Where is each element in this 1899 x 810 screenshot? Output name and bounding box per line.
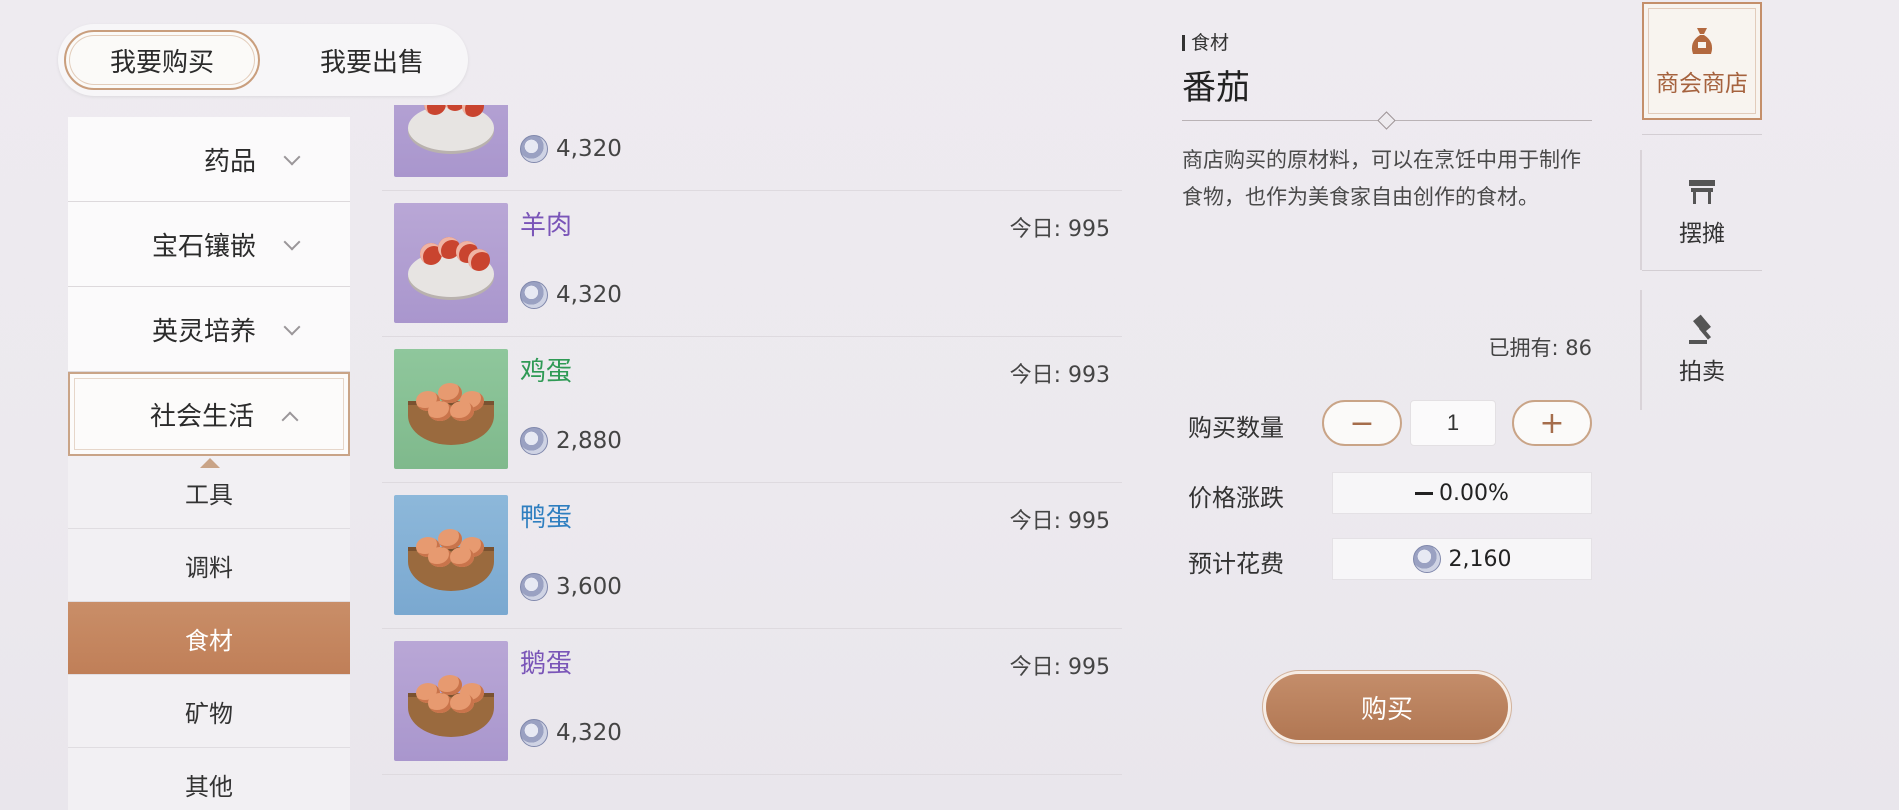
category-label: 社会生活 (149, 401, 254, 432)
stall-icon (1689, 180, 1715, 204)
category-gem-inlay[interactable]: 宝石镶嵌 (68, 202, 350, 287)
category-social-life[interactable]: 社会生活 (68, 372, 350, 468)
category-label: 宝石镶嵌 (151, 231, 256, 262)
tab-guild-shop[interactable]: 商会商店 (1642, 2, 1762, 120)
mutton-icon (394, 203, 508, 323)
list-item[interactable]: 4,320 (382, 105, 1122, 191)
buy-button[interactable]: 购买 (1266, 674, 1508, 740)
detail-title: 番茄 (1182, 68, 1250, 108)
meat-icon (394, 105, 508, 177)
list-item[interactable]: 羊肉 今日: 995 4,320 (382, 191, 1122, 337)
coin-icon (520, 427, 548, 455)
detail-description: 商店购买的原材料，可以在烹饪中用于制作食物，也作为美食家自由创作的食材。 (1182, 148, 1581, 209)
item-price: 2,880 (520, 427, 622, 455)
buy-mode-button[interactable]: 我要购买 (64, 30, 260, 90)
item-price: 4,320 (520, 135, 622, 163)
chevron-down-icon (283, 318, 301, 336)
today-stock: 今日: 995 (1009, 655, 1110, 680)
subcategory-list: 工具 调料 食材 矿物 其他 (68, 456, 350, 810)
egg-basket-icon (394, 349, 508, 469)
gavel-icon (1689, 314, 1712, 344)
flat-trend-icon (1415, 491, 1434, 495)
list-item[interactable]: 鸭蛋 今日: 995 3,600 (382, 483, 1122, 629)
item-price: 4,320 (520, 281, 622, 309)
shop-tabs: 商会商店 摆摊 拍卖 (1632, 0, 1772, 810)
item-name: 鹅蛋 (520, 649, 573, 679)
coin-icon (520, 573, 548, 601)
subcategory-seasoning[interactable]: 调料 (68, 529, 350, 602)
item-list[interactable]: 4,320 羊肉 今日: 995 4,320 鸡蛋 今日: 993 2,880 (382, 105, 1122, 795)
coin-icon (1412, 545, 1441, 573)
coin-icon (520, 281, 548, 309)
price-value: 4,320 (556, 136, 622, 162)
chevron-up-icon (281, 411, 299, 429)
tab-label: 摆摊 (1679, 221, 1725, 247)
tab-label: 商会商店 (1656, 71, 1748, 97)
price-value: 3,600 (556, 574, 622, 600)
item-price: 3,600 (520, 573, 622, 601)
owned-count: 已拥有: 86 (1488, 336, 1592, 360)
subcategory-ingredients[interactable]: 食材 (68, 602, 350, 675)
price-change-box: 0.00% (1332, 472, 1592, 514)
estimated-cost-value: 2,160 (1448, 546, 1512, 572)
item-price: 4,320 (520, 719, 622, 747)
category-menu: 药品 宝石镶嵌 英灵培养 社会生活 工具 调料 食材 矿物 其他 (68, 117, 350, 810)
estimated-cost-box: 2,160 (1332, 538, 1592, 580)
item-name: 鸡蛋 (520, 357, 573, 387)
egg-basket-icon (394, 641, 508, 761)
category-medicine[interactable]: 药品 (68, 117, 350, 202)
subcategory-minerals[interactable]: 矿物 (68, 675, 350, 748)
money-bag-icon (1691, 28, 1713, 54)
item-name: 羊肉 (520, 211, 573, 241)
price-value: 4,320 (556, 720, 622, 746)
today-stock: 今日: 993 (1009, 363, 1110, 388)
subcategory-other[interactable]: 其他 (68, 748, 350, 810)
price-value: 2,880 (556, 428, 622, 454)
increase-quantity-button[interactable]: + (1512, 400, 1592, 446)
today-stock: 今日: 995 (1009, 217, 1110, 242)
price-change-label: 价格涨跌 (1188, 484, 1284, 512)
category-label: 药品 (203, 146, 256, 177)
selection-notch (200, 458, 220, 468)
mode-toggle: 我要购买 我要出售 (58, 24, 468, 96)
egg-basket-icon (394, 495, 508, 615)
category-label: 英灵培养 (151, 316, 256, 347)
category-hero-training[interactable]: 英灵培养 (68, 287, 350, 372)
list-item[interactable]: 鸡蛋 今日: 993 2,880 (382, 337, 1122, 483)
quantity-input[interactable] (1410, 400, 1496, 446)
item-name: 鸭蛋 (520, 503, 573, 533)
diamond-ornament-icon (1377, 111, 1396, 130)
chevron-down-icon (283, 233, 301, 251)
tab-label: 拍卖 (1679, 359, 1725, 385)
estimated-cost-label: 预计花费 (1188, 550, 1284, 578)
item-detail-panel: 食材 番茄 商店购买的原材料，可以在烹饪中用于制作食物，也作为美食家自由创作的食… (1182, 22, 1592, 802)
sell-mode-button[interactable]: 我要出售 (274, 30, 470, 90)
coin-icon (520, 135, 548, 163)
detail-category: 食材 (1182, 28, 1229, 55)
price-change-value: 0.00% (1439, 480, 1509, 506)
today-stock: 今日: 995 (1009, 509, 1110, 534)
decrease-quantity-button[interactable]: − (1322, 400, 1402, 446)
tab-auction[interactable]: 拍卖 (1642, 290, 1762, 408)
chevron-down-icon (283, 148, 301, 166)
quantity-label: 购买数量 (1188, 414, 1284, 442)
tab-stall[interactable]: 摆摊 (1642, 152, 1762, 270)
list-item[interactable]: 鹅蛋 今日: 995 4,320 (382, 629, 1122, 775)
coin-icon (520, 719, 548, 747)
price-value: 4,320 (556, 282, 622, 308)
